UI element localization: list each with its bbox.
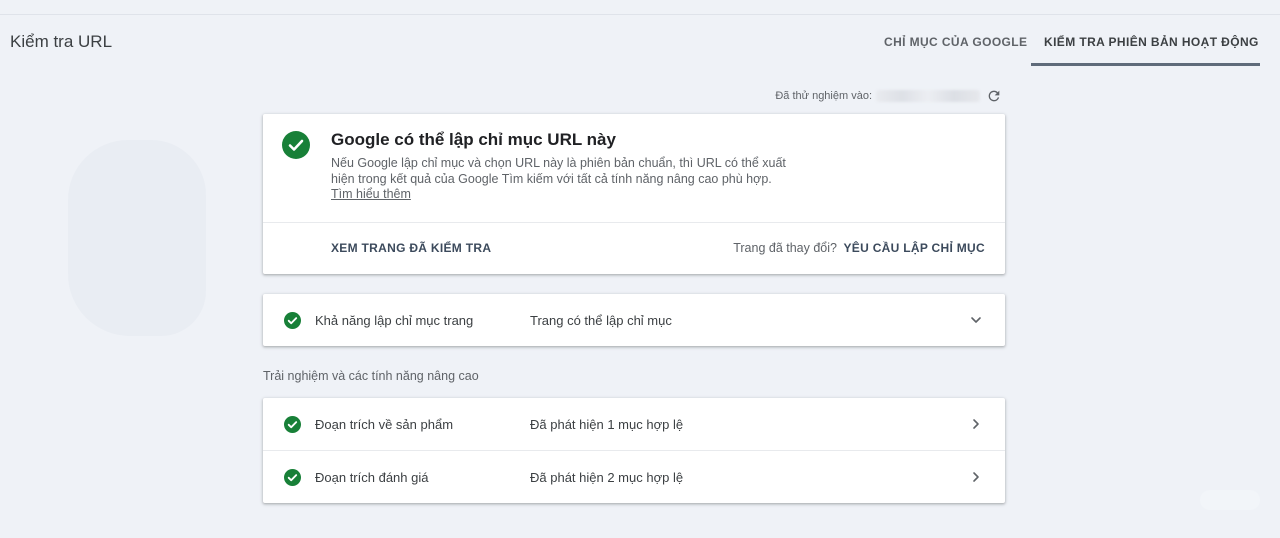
background-decoration-small — [1200, 490, 1260, 510]
learn-more-link[interactable]: Tìm hiểu thêm — [331, 187, 411, 201]
indexability-value: Trang có thể lập chỉ mục — [530, 313, 672, 328]
valid-check-icon — [284, 416, 301, 433]
chevron-down-icon[interactable] — [969, 313, 983, 327]
success-check-icon — [282, 131, 310, 159]
enhancement-row-review-snippets[interactable]: Đoạn trích đánh giá Đã phát hiện 2 mục h… — [263, 451, 1005, 503]
enhancement-label: Đoạn trích về sản phẩm — [315, 417, 454, 432]
indexability-row[interactable]: Khả năng lập chỉ mục trang Trang có thể … — [263, 294, 1005, 346]
tab-google-index[interactable]: CHỈ MỤC CỦA GOOGLE — [884, 35, 1027, 49]
valid-check-icon — [284, 312, 301, 329]
top-divider — [0, 14, 1280, 15]
active-tab-indicator — [1031, 63, 1260, 66]
card-divider — [263, 222, 1005, 223]
status-description: Nếu Google lập chỉ mục và chọn URL này l… — [331, 156, 786, 186]
background-decoration — [68, 140, 206, 336]
view-tested-page-button[interactable]: XEM TRANG ĐÃ KIỂM TRA — [331, 241, 491, 255]
chevron-right-icon[interactable] — [969, 417, 983, 431]
indexability-label: Khả năng lập chỉ mục trang — [315, 313, 474, 328]
tested-at-row: Đã thử nghiệm vào: — [775, 88, 1002, 104]
tested-at-value-redacted — [876, 90, 980, 102]
refresh-icon[interactable] — [986, 88, 1002, 104]
tested-at-label: Đã thử nghiệm vào: — [775, 90, 872, 102]
enhancements-card: Đoạn trích về sản phẩm Đã phát hiện 1 mụ… — [263, 398, 1005, 503]
page-changed-question: Trang đã thay đổi? — [733, 241, 837, 255]
page-title: Kiểm tra URL — [10, 32, 113, 51]
enhancement-label: Đoạn trích đánh giá — [315, 470, 429, 485]
indexability-card: Khả năng lập chỉ mục trang Trang có thể … — [263, 294, 1005, 346]
enhancement-value: Đã phát hiện 1 mục hợp lệ — [530, 417, 684, 432]
chevron-right-icon[interactable] — [969, 470, 983, 484]
enhancements-heading: Trải nghiệm và các tính năng nâng cao — [263, 369, 479, 383]
indexable-status-card: Google có thể lập chỉ mục URL này Nếu Go… — [263, 114, 1005, 274]
status-title: Google có thể lập chỉ mục URL này — [331, 130, 616, 149]
enhancement-row-product-snippets[interactable]: Đoạn trích về sản phẩm Đã phát hiện 1 mụ… — [263, 398, 1005, 450]
enhancement-value: Đã phát hiện 2 mục hợp lệ — [530, 470, 684, 485]
tab-live-test[interactable]: KIỂM TRA PHIÊN BẢN HOẠT ĐỘNG — [1044, 35, 1259, 49]
request-indexing-button[interactable]: YÊU CẦU LẬP CHỈ MỤC — [844, 241, 986, 255]
valid-check-icon — [284, 469, 301, 486]
